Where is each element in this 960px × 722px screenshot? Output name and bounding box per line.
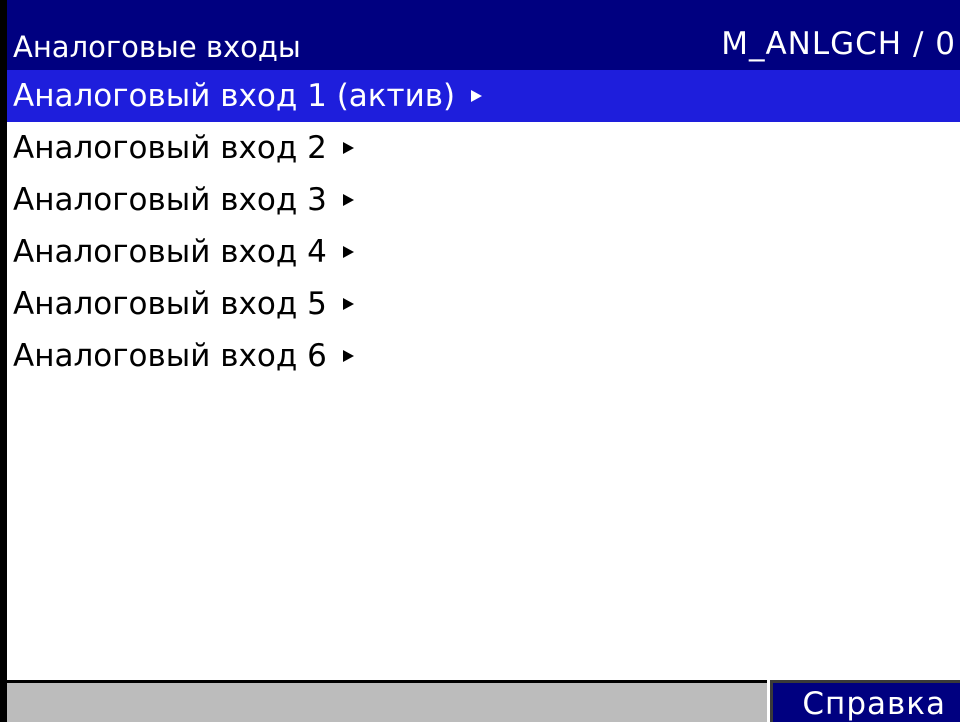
submenu-arrow-icon [471,89,483,102]
menu-item-label: Аналоговый вход 6 [13,338,327,374]
menu-item-label: Аналоговый вход 5 [13,286,327,322]
menu-item-analog-input-3[interactable]: Аналоговый вход 3 [7,174,960,226]
menu-item-label-wrap: Аналоговый вход 6 [13,338,354,374]
menu-item-label: Аналоговый вход 2 [13,130,327,166]
left-border [0,0,7,722]
menu-item-analog-input-1[interactable]: Аналоговый вход 1 (актив) [7,70,960,122]
page-title: Аналоговые входы [13,30,301,64]
menu-item-label: Аналоговый вход 1 (актив) [13,78,456,114]
menu-item-analog-input-2[interactable]: Аналоговый вход 2 [7,122,960,174]
status-bar [7,680,767,722]
menu-item-analog-input-6[interactable]: Аналоговый вход 6 [7,330,960,382]
menu-item-label: Аналоговый вход 4 [13,234,327,270]
menu-item-analog-input-5[interactable]: Аналоговый вход 5 [7,278,960,330]
menu-item-label: Аналоговый вход 3 [13,182,327,218]
submenu-arrow-icon [342,245,354,258]
submenu-arrow-icon [342,349,354,362]
title-bar: Аналоговые входы M_ANLGCH / 0 [7,0,960,70]
submenu-arrow-icon [342,193,354,206]
submenu-arrow-icon [342,297,354,310]
screen-code: M_ANLGCH / 0 [721,26,956,62]
menu-item-label-wrap: Аналоговый вход 1 (актив) [13,78,483,114]
menu-screen: Аналоговые входы M_ANLGCH / 0 Аналоговый… [0,0,960,722]
menu-item-label-wrap: Аналоговый вход 2 [13,130,354,166]
menu-list: Аналоговый вход 1 (актив) Аналоговый вхо… [7,70,960,382]
submenu-arrow-icon [342,141,354,154]
menu-item-label-wrap: Аналоговый вход 3 [13,182,354,218]
help-button-label: Справка [802,686,946,722]
menu-item-label-wrap: Аналоговый вход 5 [13,286,354,322]
menu-item-analog-input-4[interactable]: Аналоговый вход 4 [7,226,960,278]
menu-item-label-wrap: Аналоговый вход 4 [13,234,354,270]
help-button[interactable]: Справка [770,680,960,722]
